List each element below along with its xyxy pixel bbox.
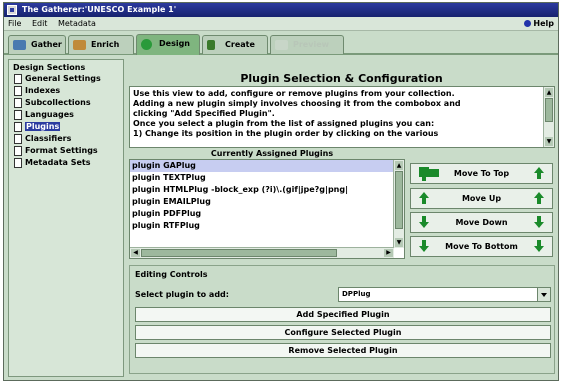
select-plugin-label: Select plugin to add: [135, 290, 229, 299]
list-item[interactable]: plugin EMAILPlug [130, 196, 404, 208]
tab-bar: Gather Enrich Design Create Preview [4, 33, 558, 55]
move-down-button[interactable]: Move Down [410, 212, 553, 233]
chevron-down-icon[interactable] [537, 288, 550, 301]
document-icon [14, 86, 22, 96]
assigned-plugins-list[interactable]: plugin GAPlug plugin TEXTPlug plugin HTM… [129, 159, 405, 259]
sidebar-item-indexes[interactable]: Indexes [9, 85, 123, 97]
window-title: The Gatherer:'UNESCO Example 1' [22, 5, 177, 14]
tab-label: Preview [293, 40, 330, 49]
configure-plugin-button[interactable]: Configure Selected Plugin [135, 325, 551, 340]
arrow-up-icon [419, 192, 429, 205]
sidebar-item-plugins[interactable]: Plugins [9, 121, 123, 133]
list-item[interactable]: plugin RTFPlug [130, 220, 404, 232]
description-scrollbar[interactable]: ▲ ▼ [543, 87, 554, 147]
app-window: The Gatherer:'UNESCO Example 1' File Edi… [3, 2, 559, 381]
move-to-top-label: Move To Top [453, 169, 510, 178]
document-icon [14, 74, 22, 84]
list-item[interactable]: plugin GAPlug [130, 160, 404, 172]
remove-plugin-button[interactable]: Remove Selected Plugin [135, 343, 551, 358]
scroll-right-icon[interactable]: ▶ [384, 249, 393, 257]
preview-icon [275, 40, 288, 50]
assigned-plugins-label: Currently Assigned Plugins [210, 149, 334, 158]
menu-edit[interactable]: Edit [28, 17, 52, 31]
move-down-label: Move Down [455, 218, 508, 227]
plugins-hscrollbar[interactable]: ◀ ▶ [130, 247, 394, 258]
scroll-down-icon[interactable]: ▼ [545, 137, 553, 146]
arrow-down-icon [534, 216, 544, 229]
move-to-bottom-icon [419, 240, 429, 253]
description-text: Use this view to add, configure or remov… [133, 89, 461, 138]
design-icon [141, 39, 152, 50]
move-up-label: Move Up [461, 194, 502, 203]
list-item[interactable]: plugin PDFPlug [130, 208, 404, 220]
scroll-left-icon[interactable]: ◀ [131, 249, 140, 257]
document-icon [14, 122, 22, 132]
tab-gather[interactable]: Gather [8, 35, 66, 54]
plugin-combobox-value: DPPlug [342, 290, 371, 298]
arrow-down-icon [419, 216, 429, 229]
window-icon [7, 5, 17, 15]
editing-controls-title: Editing Controls [135, 270, 208, 279]
help-icon [524, 20, 532, 27]
add-plugin-button[interactable]: Add Specified Plugin [135, 307, 551, 322]
document-icon [14, 110, 22, 120]
menu-metadata[interactable]: Metadata [54, 17, 100, 31]
design-sections-title: Design Sections [13, 63, 86, 72]
document-icon [14, 134, 22, 144]
sidebar-item-classifiers[interactable]: Classifiers [9, 133, 123, 145]
tab-design[interactable]: Design [136, 34, 200, 55]
plugin-combobox[interactable]: DPPlug [338, 287, 551, 302]
tab-label: Enrich [91, 40, 120, 49]
arrow-up-icon [534, 192, 544, 205]
scroll-up-icon[interactable]: ▲ [395, 161, 403, 170]
sidebar-item-format-settings[interactable]: Format Settings [9, 145, 123, 157]
design-sections-panel: Design Sections General Settings Indexes… [8, 59, 124, 377]
move-to-bottom-label: Move To Bottom [445, 242, 518, 251]
document-icon [14, 146, 22, 156]
tab-label: Design [159, 39, 190, 48]
sidebar-item-metadata-sets[interactable]: Metadata Sets [9, 157, 123, 169]
scroll-thumb[interactable] [545, 98, 553, 122]
scroll-thumb[interactable] [141, 249, 337, 257]
plugins-vscrollbar[interactable]: ▲ ▼ [393, 160, 404, 248]
scroll-up-icon[interactable]: ▲ [545, 88, 553, 97]
move-to-top-icon [419, 167, 439, 181]
move-up-button[interactable]: Move Up [410, 188, 553, 209]
menu-bar: File Edit Metadata Help [4, 17, 558, 31]
create-icon [207, 40, 215, 50]
editing-controls-group: Editing Controls Select plugin to add: D… [129, 265, 555, 374]
description-box: Use this view to add, configure or remov… [129, 86, 555, 148]
tab-enrich[interactable]: Enrich [68, 35, 134, 54]
menu-help[interactable]: Help [524, 17, 554, 31]
document-icon [14, 98, 22, 108]
move-to-top-button[interactable]: Move To Top [410, 163, 553, 184]
help-label: Help [533, 19, 554, 28]
list-item[interactable]: plugin TEXTPlug [130, 172, 404, 184]
list-item[interactable]: plugin HTMLPlug -block_exp (?i)\.(gif|jp… [130, 184, 404, 196]
plugin-config-panel: Plugin Selection & Configuration Use thi… [127, 59, 556, 377]
document-icon [14, 158, 22, 168]
page-title: Plugin Selection & Configuration [240, 72, 443, 85]
move-to-bottom-icon [534, 240, 544, 253]
enrich-icon [73, 40, 86, 50]
menu-file[interactable]: File [4, 17, 25, 31]
tab-label: Gather [31, 40, 62, 49]
tab-create[interactable]: Create [202, 35, 268, 54]
move-to-top-icon [534, 167, 544, 180]
scroll-thumb[interactable] [395, 171, 403, 229]
scroll-down-icon[interactable]: ▼ [395, 238, 403, 247]
sidebar-item-general-settings[interactable]: General Settings [9, 73, 123, 85]
tab-label: Create [225, 40, 255, 49]
move-to-bottom-button[interactable]: Move To Bottom [410, 236, 553, 257]
sidebar-item-languages[interactable]: Languages [9, 109, 123, 121]
title-bar: The Gatherer:'UNESCO Example 1' [4, 3, 558, 17]
sidebar-item-subcollections[interactable]: Subcollections [9, 97, 123, 109]
gather-icon [13, 40, 26, 50]
tab-preview: Preview [270, 35, 344, 54]
